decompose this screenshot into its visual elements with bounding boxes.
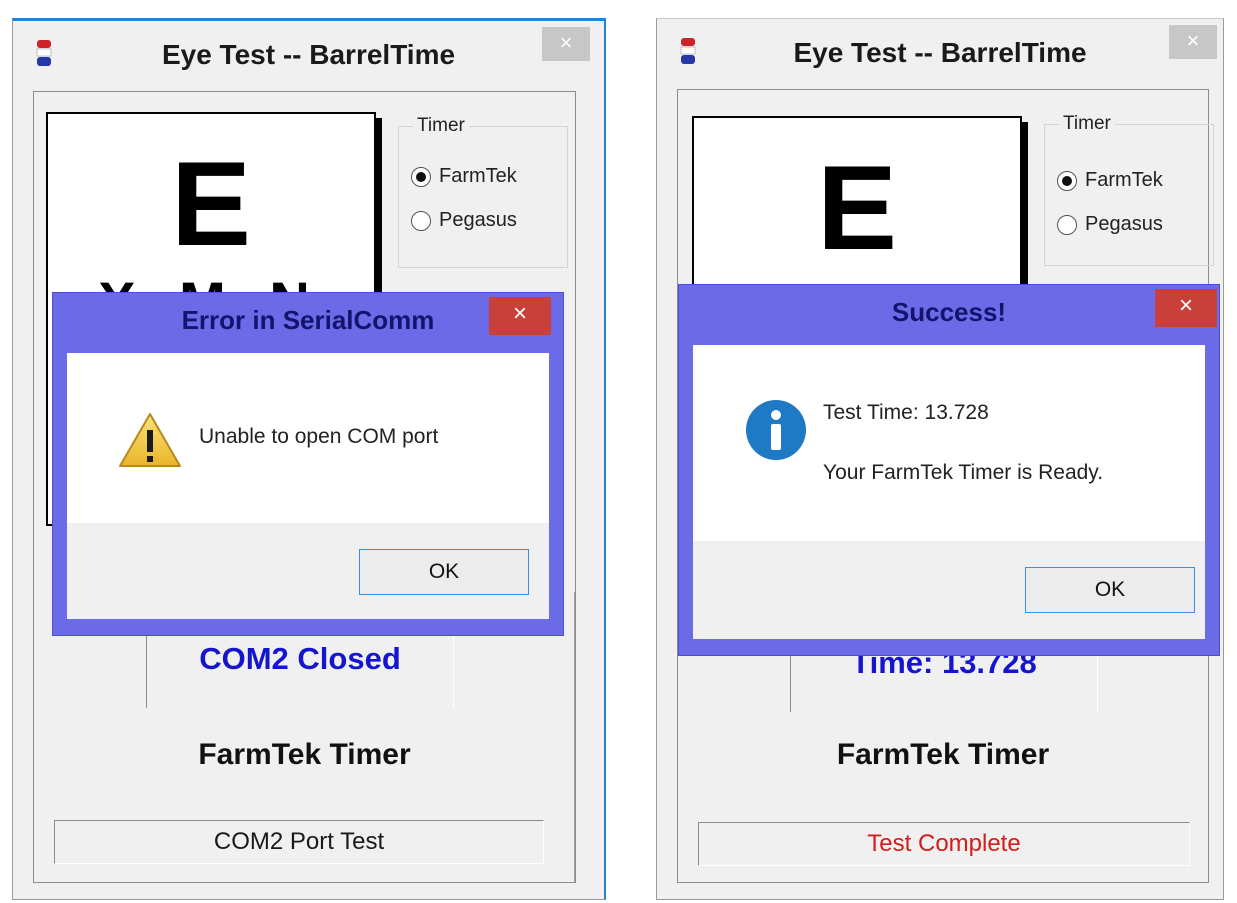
dialog-title: Error in SerialComm bbox=[181, 305, 435, 335]
window-title: Eye Test -- BarrelTime bbox=[793, 37, 1087, 68]
eye-chart-big-letter: E bbox=[170, 137, 252, 271]
panel-divider bbox=[574, 592, 575, 882]
com-status-display: COM2 Closed bbox=[146, 630, 454, 708]
radio-label-pegasus: Pegasus bbox=[1085, 213, 1163, 235]
dialog-message: Unable to open COM port bbox=[199, 425, 439, 448]
radio-button-checked[interactable] bbox=[1057, 171, 1077, 191]
window-title: Eye Test -- BarrelTime bbox=[161, 39, 456, 70]
title-bar[interactable]: Eye Test -- BarrelTime × bbox=[13, 21, 604, 85]
radio-button-checked[interactable] bbox=[411, 167, 431, 187]
app-logo-icon bbox=[36, 40, 52, 66]
radio-label-pegasus: Pegasus bbox=[439, 209, 517, 231]
dialog-title: Success! bbox=[891, 297, 1007, 327]
timer-group: Timer FarmTek Pegasus bbox=[1044, 113, 1214, 266]
status-bar: COM2 Port Test bbox=[54, 820, 544, 864]
success-dialog: Success! × Test Time: 13.728 Your FarmTe… bbox=[678, 284, 1220, 656]
radio-label-farmtek: FarmTek bbox=[439, 165, 517, 187]
warning-icon bbox=[119, 413, 181, 467]
eye-chart-big-letter: E bbox=[816, 141, 898, 275]
ok-button[interactable]: OK bbox=[359, 549, 529, 595]
dialog-close-button[interactable]: × bbox=[489, 297, 551, 335]
timer-group: Timer FarmTek Pegasus bbox=[398, 115, 568, 268]
window-close-button[interactable]: × bbox=[1169, 25, 1217, 59]
timer-group-label: Timer bbox=[413, 115, 469, 137]
timer-name-label: FarmTek Timer bbox=[836, 738, 1050, 771]
status-bar: Test Complete bbox=[698, 822, 1190, 866]
timer-name-label: FarmTek Timer bbox=[198, 738, 411, 771]
ok-button[interactable]: OK bbox=[1025, 567, 1195, 613]
radio-button-unchecked[interactable] bbox=[411, 211, 431, 231]
dialog-message-line-2: Your FarmTek Timer is Ready. bbox=[823, 461, 1104, 484]
app-logo-icon bbox=[680, 38, 696, 64]
dialog-footer: OK bbox=[67, 523, 549, 619]
timer-group-label: Timer bbox=[1059, 113, 1115, 135]
dialog-close-button[interactable]: × bbox=[1155, 289, 1217, 327]
radio-label-farmtek: FarmTek bbox=[1085, 169, 1163, 191]
info-icon bbox=[746, 400, 806, 460]
dialog-body: Unable to open COM port bbox=[67, 353, 549, 523]
dialog-body: Test Time: 13.728 Your FarmTek Timer is … bbox=[693, 345, 1205, 541]
dialog-footer: OK bbox=[693, 541, 1205, 639]
title-bar[interactable]: Eye Test -- BarrelTime × bbox=[657, 19, 1223, 83]
error-dialog: Error in SerialComm × Unable to open COM… bbox=[52, 292, 564, 636]
window-close-button[interactable]: × bbox=[542, 27, 590, 61]
dialog-message-line-1: Test Time: 13.728 bbox=[823, 401, 989, 424]
radio-button-unchecked[interactable] bbox=[1057, 215, 1077, 235]
